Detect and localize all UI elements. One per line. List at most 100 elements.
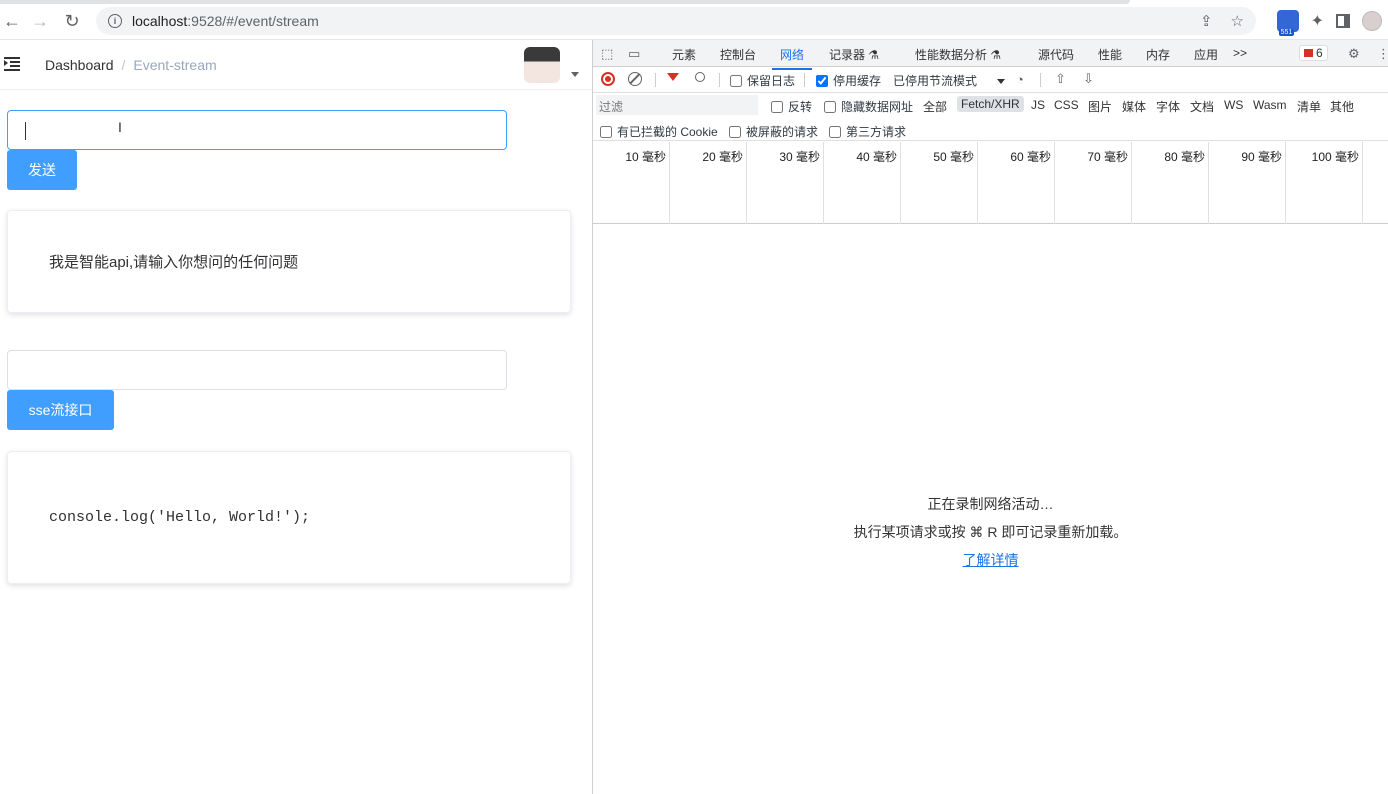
share-icon[interactable]: ⇪ <box>1200 12 1213 30</box>
side-panel-icon[interactable] <box>1336 14 1350 28</box>
preserve-log-checkbox[interactable]: 保留日志 <box>730 72 795 89</box>
send-button[interactable]: 发送 <box>7 150 77 190</box>
third-party-checkbox[interactable]: 第三方请求 <box>829 123 906 140</box>
site-info-icon[interactable]: i <box>108 14 122 28</box>
address-bar[interactable]: i localhost:9528/#/event/stream ⇪ ☆ <box>96 7 1256 35</box>
timeline-tick-label: 60 毫秒 <box>1010 150 1051 164</box>
filter-funnel-icon[interactable] <box>667 73 679 81</box>
forward-arrow-icon[interactable]: → <box>28 9 52 33</box>
filter-type-img[interactable]: 图片 <box>1088 98 1112 115</box>
url-path: :9528/#/event/stream <box>187 13 319 29</box>
sse-stream-button[interactable]: sse流接口 <box>7 390 114 430</box>
filter-type-media[interactable]: 媒体 <box>1122 98 1146 115</box>
hamburger-menu-icon[interactable] <box>4 56 20 72</box>
more-tabs-chevron-icon[interactable]: >> <box>1233 46 1247 60</box>
breadcrumb-dashboard[interactable]: Dashboard <box>45 57 114 73</box>
search-icon[interactable] <box>695 72 705 82</box>
stop-recording-icon[interactable] <box>601 72 615 86</box>
filter-type-fetch-xhr[interactable]: Fetch/XHR <box>957 96 1024 112</box>
extensions-area: 551 ✦ <box>1276 8 1388 36</box>
navbar: Dashboard / Event-stream <box>0 40 592 90</box>
hide-data-urls-check[interactable] <box>824 100 836 113</box>
tab-network[interactable]: 网络 <box>771 46 813 70</box>
filter-input[interactable]: 过滤 <box>596 95 758 115</box>
avatar[interactable] <box>524 47 560 83</box>
bookmark-star-icon[interactable]: ☆ <box>1231 12 1244 30</box>
tab-recorder[interactable]: 记录器 ⚗ <box>829 46 879 63</box>
back-arrow-icon[interactable]: ← <box>0 9 24 33</box>
more-options-icon[interactable]: ⋮ <box>1377 46 1388 61</box>
disable-cache-label: 停用缓存 <box>833 74 882 88</box>
filter-type-doc[interactable]: 文档 <box>1190 98 1214 115</box>
network-conditions-icon[interactable]: ◔ <box>1016 72 1030 87</box>
filter-type-ws[interactable]: WS <box>1224 98 1243 112</box>
hide-data-urls-checkbox[interactable]: 隐藏数据网址 <box>824 98 913 115</box>
tab-performance-insights[interactable]: 性能数据分析 ⚗ <box>915 46 1001 63</box>
extensions-puzzle-icon[interactable]: ✦ <box>1311 11 1324 31</box>
blocked-cookies-checkbox[interactable]: 有已拦截的 Cookie <box>600 123 718 140</box>
blocked-cookies-check[interactable] <box>600 125 612 138</box>
inspect-element-icon[interactable]: ⬚ <box>601 46 615 61</box>
disable-cache-checkbox[interactable]: 停用缓存 <box>816 72 881 89</box>
hide-data-urls-label: 隐藏数据网址 <box>841 100 914 114</box>
filter-type-manifest[interactable]: 清单 <box>1297 98 1321 115</box>
browser-toolbar: ← → ↻ i localhost:9528/#/event/stream ⇪ … <box>0 0 1388 40</box>
settings-gear-icon[interactable]: ⚙ <box>1348 46 1362 61</box>
network-toolbar: 保留日志 停用缓存 已停用节流模式 ◔ ⇧ ⇩ <box>593 67 1388 93</box>
text-cursor <box>25 122 26 140</box>
tab-sources[interactable]: 源代码 <box>1038 46 1074 63</box>
extension-icon[interactable]: 551 <box>1276 10 1299 36</box>
device-toolbar-icon[interactable]: ▭ <box>628 46 642 61</box>
invert-check[interactable] <box>771 100 783 113</box>
sse-input[interactable] <box>7 350 507 390</box>
timeline-gridline <box>669 142 670 224</box>
dropdown-arrow-icon <box>997 79 1006 85</box>
clear-icon[interactable] <box>628 72 642 86</box>
learn-more-link[interactable]: 了解详情 <box>963 552 1019 568</box>
filter-type-all[interactable]: 全部 <box>923 98 947 115</box>
ibeam-cursor-icon: I <box>118 119 122 135</box>
code-output: console.log('Hello, World!'); <box>49 509 311 526</box>
error-flag-icon <box>1304 49 1313 57</box>
learn-more-wrapper: 了解详情 <box>593 550 1388 570</box>
filter-type-css[interactable]: CSS <box>1054 98 1079 112</box>
filter-type-wasm[interactable]: Wasm <box>1253 98 1287 112</box>
import-har-icon[interactable]: ⇧ <box>1055 71 1069 86</box>
profile-avatar[interactable] <box>1362 11 1382 31</box>
url-host: localhost <box>132 13 188 29</box>
throttling-select[interactable]: 已停用节流模式 <box>893 72 1006 89</box>
blocked-requests-checkbox[interactable]: 被屏蔽的请求 <box>729 123 818 140</box>
breadcrumb-separator: / <box>121 57 126 73</box>
tab-performance[interactable]: 性能 <box>1098 46 1122 63</box>
tab-elements[interactable]: 元素 <box>672 46 696 63</box>
filter-type-font[interactable]: 字体 <box>1156 98 1180 115</box>
filter-bar: 过滤 反转 隐藏数据网址 全部 Fetch/XHR JS CSS 图片 媒体 字… <box>593 93 1388 117</box>
third-party-check[interactable] <box>829 125 841 138</box>
timeline-tick-label: 100 毫秒 <box>1311 150 1359 164</box>
invert-checkbox[interactable]: 反转 <box>771 98 812 115</box>
filter-type-other[interactable]: 其他 <box>1330 98 1354 115</box>
toolbar-divider <box>719 73 720 87</box>
timeline-tick-label: 70 毫秒 <box>1087 150 1128 164</box>
filter-type-js[interactable]: JS <box>1031 98 1045 112</box>
toolbar-divider <box>1040 73 1041 87</box>
toolbar-divider <box>655 73 656 87</box>
timeline-gridline <box>1362 142 1363 224</box>
blocked-cookies-label: 有已拦截的 Cookie <box>617 125 718 139</box>
tab-application[interactable]: 应用 <box>1194 46 1218 63</box>
network-overview-timeline[interactable]: 10 毫秒 20 毫秒 30 毫秒 40 毫秒 50 毫秒 60 毫秒 70 毫… <box>593 142 1388 224</box>
throttling-value: 已停用节流模式 <box>893 74 978 88</box>
error-count-badge[interactable]: 6 <box>1299 45 1328 61</box>
export-har-icon[interactable]: ⇩ <box>1083 71 1097 86</box>
reload-icon[interactable]: ↻ <box>60 9 84 33</box>
breadcrumb-current: Event-stream <box>133 57 217 73</box>
caret-down-icon[interactable] <box>571 72 579 77</box>
filter-bar-secondary: 有已拦截的 Cookie 被屏蔽的请求 第三方请求 <box>593 117 1388 141</box>
timeline-tick-label: 40 毫秒 <box>856 150 897 164</box>
question-input[interactable]: I <box>7 110 507 150</box>
blocked-requests-check[interactable] <box>729 125 741 138</box>
tab-memory[interactable]: 内存 <box>1146 46 1170 63</box>
disable-cache-check[interactable] <box>816 74 828 87</box>
preserve-log-check[interactable] <box>730 74 742 87</box>
tab-console[interactable]: 控制台 <box>720 46 756 63</box>
